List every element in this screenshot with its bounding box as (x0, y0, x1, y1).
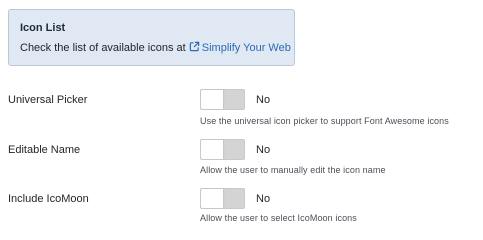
universal-picker-help: Use the universal icon picker to support… (200, 116, 449, 126)
include-icomoon-help: Allow the user to select IcoMoon icons (200, 213, 357, 223)
editable-name-help: Allow the user to manually edit the icon… (200, 165, 386, 175)
external-link-icon (189, 41, 199, 52)
universal-picker-state: No (256, 94, 271, 106)
toggle-knob (201, 189, 223, 208)
include-icomoon-state: No (256, 193, 271, 205)
universal-picker-toggle[interactable] (200, 89, 245, 110)
info-box-title: Icon List (20, 22, 66, 34)
icon-list-info-box: Icon List Check the list of available ic… (8, 9, 295, 66)
editable-name-label: Editable Name (8, 144, 81, 156)
include-icomoon-label: Include IcoMoon (8, 193, 89, 205)
include-icomoon-toggle[interactable] (200, 188, 245, 209)
info-box-text-prefix: Check the list of available icons at (20, 42, 189, 54)
info-box-text: Check the list of available icons at Sim… (20, 41, 291, 54)
simplify-your-web-link[interactable]: Simplify Your Web (189, 41, 291, 54)
toggle-knob (201, 140, 223, 159)
editable-name-toggle[interactable] (200, 139, 245, 160)
editable-name-state: No (256, 144, 271, 156)
universal-picker-label: Universal Picker (8, 94, 88, 106)
toggle-knob (201, 90, 223, 109)
simplify-your-web-link-label: Simplify Your Web (201, 42, 291, 54)
